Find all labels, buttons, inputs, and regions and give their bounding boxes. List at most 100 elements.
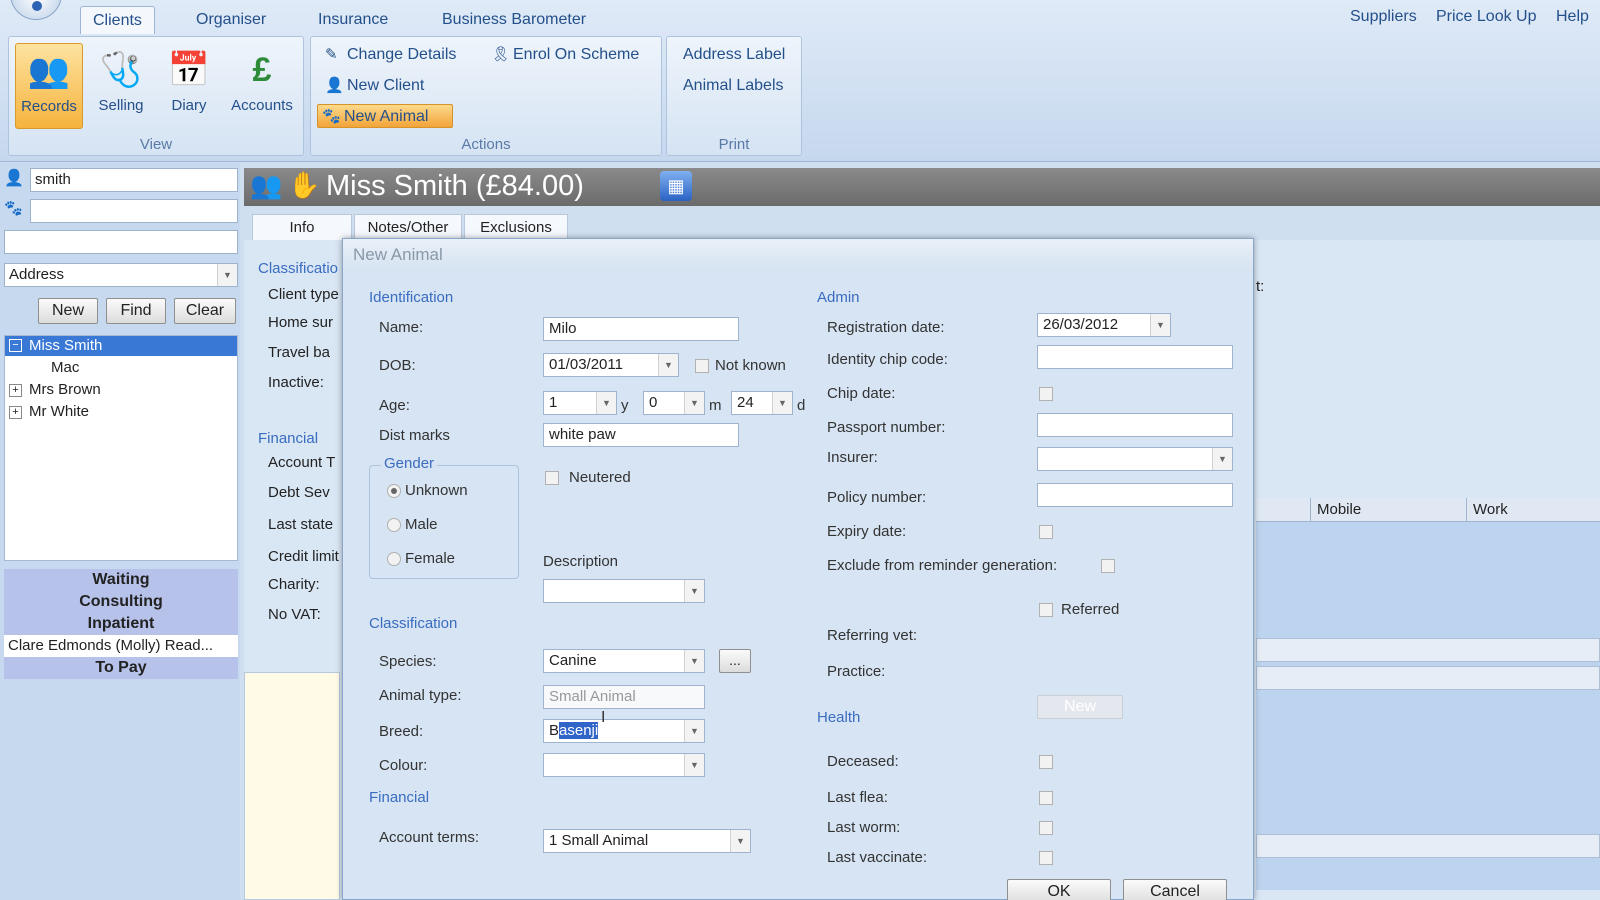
referred-label: Referred: [1061, 601, 1120, 618]
mobile-column-header[interactable]: Mobile: [1310, 498, 1466, 522]
colour-select[interactable]: ▼: [543, 753, 705, 777]
tab-exclusions[interactable]: Exclusions: [464, 214, 568, 240]
left-panel: 👤 smith 🐾 Address ▼ New Find Clear Miss S…: [0, 163, 240, 900]
page-title: Miss Smith (£84.00): [326, 170, 584, 202]
extra-search-input[interactable]: [4, 230, 238, 254]
species-more-button[interactable]: ...: [719, 649, 751, 673]
waiting-queue[interactable]: Waiting: [4, 569, 238, 591]
charity-label: Charity:: [268, 576, 320, 593]
gender-male-radio[interactable]: [387, 518, 401, 532]
last-vaccinate-checkbox[interactable]: [1039, 851, 1053, 865]
collapse-icon[interactable]: −: [9, 339, 22, 352]
deceased-checkbox[interactable]: [1039, 755, 1053, 769]
referred-checkbox[interactable]: [1039, 603, 1053, 617]
tree-item-miss-smith[interactable]: Miss Smith: [5, 336, 237, 356]
enrol-on-scheme-button[interactable]: 🎗 Enrol On Scheme: [487, 43, 639, 67]
dist-marks-input[interactable]: white paw: [543, 423, 739, 447]
find-button[interactable]: Find: [106, 298, 166, 324]
gender-female-radio[interactable]: [387, 552, 401, 566]
last-worm-checkbox[interactable]: [1039, 821, 1053, 835]
help-link[interactable]: Help: [1556, 8, 1589, 26]
cancel-button[interactable]: Cancel: [1123, 879, 1227, 900]
address-label-button[interactable]: Address Label: [679, 43, 785, 67]
contacts-row[interactable]: [1256, 834, 1600, 858]
new-client-button[interactable]: 👤 New Client: [321, 74, 424, 98]
to-pay-queue[interactable]: To Pay: [4, 657, 238, 679]
age-days-select[interactable]: 24 ▼: [731, 391, 793, 415]
accounts-button[interactable]: £ Accounts: [223, 43, 301, 129]
not-known-label: Not known: [715, 357, 786, 374]
clear-button[interactable]: Clear: [174, 298, 236, 324]
insurer-select[interactable]: ▼: [1037, 447, 1233, 471]
animal-search-input[interactable]: [30, 199, 238, 223]
neutered-label: Neutered: [569, 469, 631, 486]
dist-marks-label: Dist marks: [379, 427, 450, 444]
animal-labels-button[interactable]: Animal Labels: [679, 74, 784, 98]
deceased-label: Deceased:: [827, 753, 899, 770]
neutered-checkbox[interactable]: [545, 471, 559, 485]
diary-button[interactable]: 📅 Diary: [155, 43, 223, 129]
suppliers-link[interactable]: Suppliers: [1350, 8, 1417, 26]
expand-icon[interactable]: +: [9, 406, 22, 419]
chevron-down-icon: ▼: [684, 392, 704, 414]
tree-item-mac[interactable]: Mac: [51, 358, 79, 378]
new-practice-button[interactable]: New: [1037, 695, 1123, 719]
last-flea-checkbox[interactable]: [1039, 791, 1053, 805]
chip-date-checkbox[interactable]: [1039, 387, 1053, 401]
description-select[interactable]: ▼: [543, 579, 705, 603]
actions-group-label: Actions: [461, 136, 511, 153]
tab-business-barometer[interactable]: Business Barometer: [430, 6, 598, 34]
new-animal-button[interactable]: 🐾 New Animal: [317, 104, 453, 128]
age-label: Age:: [379, 397, 410, 414]
identity-chip-input[interactable]: [1037, 345, 1233, 369]
expiry-date-checkbox[interactable]: [1039, 525, 1053, 539]
app-menu-orb[interactable]: [10, 0, 62, 20]
tree-item-mr-white[interactable]: Mr White: [29, 402, 89, 422]
change-details-button[interactable]: ✎ Change Details: [321, 43, 456, 67]
account-terms-label: Account T: [268, 454, 336, 471]
tab-clients[interactable]: Clients: [80, 6, 155, 34]
inpatient-queue[interactable]: Inpatient: [4, 613, 238, 635]
client-search-input[interactable]: smith: [30, 168, 238, 192]
tab-insurance[interactable]: Insurance: [306, 6, 400, 34]
new-button[interactable]: New: [38, 298, 98, 324]
contacts-row[interactable]: [1256, 666, 1600, 690]
chevron-down-icon: ▼: [684, 754, 704, 776]
health-heading: Health: [817, 709, 861, 726]
work-column-header[interactable]: Work: [1466, 498, 1600, 522]
policy-number-input[interactable]: [1037, 483, 1233, 507]
travel-band-label: Travel ba: [268, 344, 330, 361]
exclude-reminder-checkbox[interactable]: [1101, 559, 1115, 573]
age-years-select[interactable]: 1 ▼: [543, 391, 617, 415]
species-select[interactable]: Canine ▼: [543, 649, 705, 673]
dob-picker[interactable]: 01/03/2011 ▼: [543, 353, 679, 377]
selling-button[interactable]: 🩺 Selling: [87, 43, 155, 129]
tree-item-mrs-brown[interactable]: Mrs Brown: [29, 380, 101, 400]
not-known-checkbox[interactable]: [695, 359, 709, 373]
tab-info[interactable]: Info: [252, 214, 352, 240]
consulting-queue[interactable]: Consulting: [4, 591, 238, 613]
registration-date-picker[interactable]: 26/03/2012 ▼: [1037, 313, 1171, 337]
ribbon: Clients Organiser Insurance Business Bar…: [0, 0, 1600, 162]
gender-unknown-radio[interactable]: [387, 484, 401, 498]
calculator-icon[interactable]: ▦: [660, 171, 692, 201]
contacts-row[interactable]: [1256, 638, 1600, 662]
queue-item[interactable]: Clare Edmonds (Molly) Read...: [4, 635, 238, 657]
passport-number-input[interactable]: [1037, 413, 1233, 437]
print-group: Address Label Animal Labels Print: [666, 36, 802, 156]
search-type-select[interactable]: Address ▼: [4, 263, 238, 287]
last-statement-label: Last state: [268, 516, 334, 533]
expand-icon[interactable]: +: [9, 384, 22, 397]
age-months-select[interactable]: 0 ▼: [643, 391, 705, 415]
breed-select[interactable]: Basenji ▼: [543, 719, 705, 743]
tab-organiser[interactable]: Organiser: [184, 6, 278, 34]
records-button[interactable]: 👥 Records: [15, 43, 83, 129]
ok-button[interactable]: OK: [1007, 879, 1111, 900]
price-look-up-link[interactable]: Price Look Up: [1436, 8, 1537, 26]
classification-heading: Classification: [369, 615, 458, 632]
paw-icon: 🐾: [4, 200, 23, 217]
account-terms-select[interactable]: 1 Small Animal ▼: [543, 829, 751, 853]
tab-notes-other[interactable]: Notes/Other: [354, 214, 462, 240]
name-input[interactable]: Milo: [543, 317, 739, 341]
chevron-down-icon: ▼: [596, 392, 616, 414]
